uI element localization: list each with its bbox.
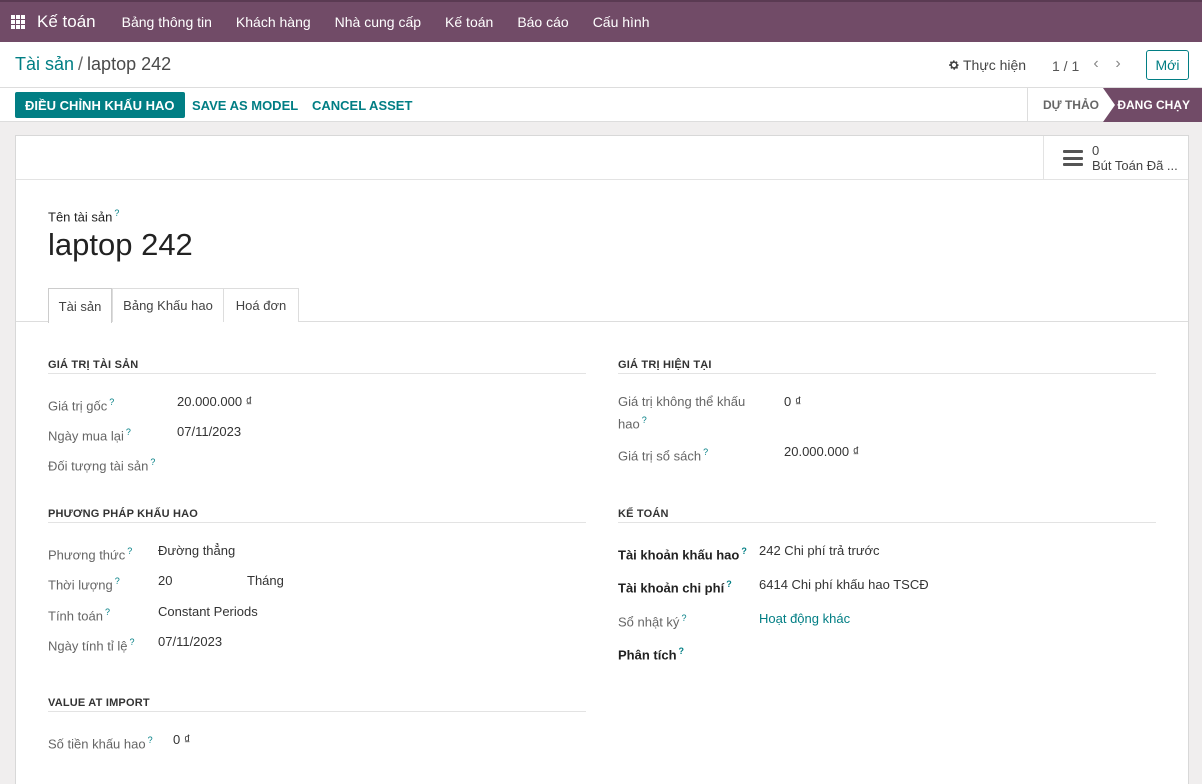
expense-account-label: Tài khoản chi phí? [618,579,732,596]
help-icon[interactable]: ? [148,735,153,745]
gear-icon [949,60,959,70]
group-title-current-value: GIÁ TRỊ HIỆN TẠI [618,359,1156,374]
computation-field[interactable]: Constant Periods [158,603,258,621]
computation-label: Tính toán? [48,607,110,624]
help-icon[interactable]: ? [127,546,132,556]
depreciated-amount-label: Số tiền khấu hao? [48,735,153,752]
depreciated-amount-field[interactable]: 0 ₫ [173,731,191,749]
tab-depreciation-board[interactable]: Bảng Khấu hao [112,288,224,322]
smart-button-label: Bút Toán Đã ... [1092,158,1178,173]
action-menu-button[interactable]: Thực hiện [948,57,1026,73]
help-icon[interactable]: ? [679,646,685,656]
tab-invoices[interactable]: Hoá đơn [223,288,299,322]
breadcrumb-current: laptop 242 [87,54,172,74]
journal-field[interactable]: Hoạt động khác [759,610,850,628]
analytic-label: Phân tích? [618,646,685,663]
help-icon[interactable]: ? [150,457,155,467]
help-icon[interactable]: ? [105,607,110,617]
help-icon[interactable]: ? [726,579,732,589]
button-box: 0 Bút Toán Đã ... [16,136,1188,180]
book-value-label: Giá trị sổ sách? [618,447,709,464]
nav-item-vendors[interactable]: Nhà cung cấp [323,14,433,30]
help-icon[interactable]: ? [703,447,708,457]
list-icon [1063,150,1083,166]
breadcrumb: Tài sản / laptop 242 [15,54,172,74]
group-title-depreciation-method: PHƯƠNG PHÁP KHẤU HAO [48,508,586,523]
nav-item-reports[interactable]: Báo cáo [505,14,580,30]
control-panel: Tài sản / laptop 242 Thực hiện 1 / 1 ‹ › M… [0,42,1202,88]
nav-item-customers[interactable]: Khách hàng [224,14,323,30]
help-icon[interactable]: ? [114,208,119,218]
help-icon[interactable]: ? [115,576,120,586]
acquisition-date-field[interactable]: 07/11/2023 [177,423,241,441]
save-as-model-button[interactable]: SAVE AS MODEL [192,92,298,118]
breadcrumb-parent[interactable]: Tài sản [15,54,74,74]
duration-field[interactable]: 20 [158,572,172,590]
chevron-right-icon[interactable]: › [1111,56,1125,72]
prorata-date-field[interactable]: 07/11/2023 [158,633,222,651]
nav-item-accounting[interactable]: Kế toán [433,14,505,30]
chevron-left-icon[interactable]: ‹ [1089,56,1103,72]
pager-value[interactable]: 1 / 1 [1052,58,1079,74]
depreciation-account-label: Tài khoản khấu hao? [618,546,747,563]
form-tabs: Tài sản Bảng Khấu hao Hoá đơn [16,288,1188,323]
help-icon[interactable]: ? [681,613,686,623]
acquisition-date-label: Ngày mua lại? [48,427,131,444]
help-icon[interactable]: ? [109,397,114,407]
smart-button-count: 0 [1092,143,1100,158]
duration-label: Thời lượng? [48,576,120,593]
help-icon[interactable]: ? [126,427,131,437]
form-sheet: 0 Bút Toán Đã ... Tên tài sản? laptop 24… [15,135,1189,784]
modify-depreciation-button[interactable]: ĐIỀU CHỈNH KHẤU HAO [15,92,185,118]
top-navbar: Kế toán Bảng thông tin Khách hàng Nhà cu… [0,0,1202,42]
book-value-field: 20.000.000 ₫ [784,444,860,459]
asset-name-label: Tên tài sản? [48,208,120,225]
status-bar: ĐIỀU CHỈNH KHẤU HAO SAVE AS MODEL CANCEL… [0,88,1202,122]
non-depreciable-value-label: Giá trị không thể khấu hao? [618,394,746,432]
new-button[interactable]: Mới [1146,50,1189,80]
duration-unit-field[interactable]: Tháng [247,572,284,590]
prorata-date-label: Ngày tính tỉ lệ? [48,637,135,654]
group-title-asset-value: GIÁ TRỊ TÀI SẢN [48,359,586,374]
app-title[interactable]: Kế toán [37,12,96,32]
action-menu-label: Thực hiện [963,57,1027,73]
expense-account-field[interactable]: 6414 Chi phí khấu hao TSCĐ [759,576,929,594]
stage-running[interactable]: ĐANG CHẠY [1103,88,1202,122]
nav-item-configuration[interactable]: Cấu hình [581,14,662,30]
original-value-field[interactable]: 20.000.000 ₫ [177,393,252,411]
group-title-value-at-import: VALUE AT IMPORT [48,697,586,712]
tab-asset[interactable]: Tài sản [48,288,112,323]
help-icon[interactable]: ? [741,546,747,556]
help-icon[interactable]: ? [642,415,647,425]
nav-item-dashboard[interactable]: Bảng thông tin [110,14,224,30]
method-label: Phương thức? [48,546,133,563]
apps-menu-icon[interactable] [0,2,36,42]
partner-label: Đối tượng tài sản? [48,457,156,474]
method-field[interactable]: Đường thẳng [158,542,235,560]
stage-draft[interactable]: DỰ THẢO [1027,88,1110,122]
non-depreciable-value-field[interactable]: 0 ₫ [784,393,802,411]
journal-label: Sổ nhật ký? [618,613,687,630]
asset-name-field[interactable]: laptop 242 [48,227,193,263]
depreciation-account-field[interactable]: 242 Chi phí trả trước [759,542,880,560]
posted-entries-smart-button[interactable]: 0 Bút Toán Đã ... [1043,136,1188,180]
original-value-label: Giá trị gốc? [48,397,115,414]
cancel-asset-button[interactable]: CANCEL ASSET [312,92,412,118]
help-icon[interactable]: ? [130,637,135,647]
group-title-accounting: KẾ TOÁN [618,508,1156,523]
